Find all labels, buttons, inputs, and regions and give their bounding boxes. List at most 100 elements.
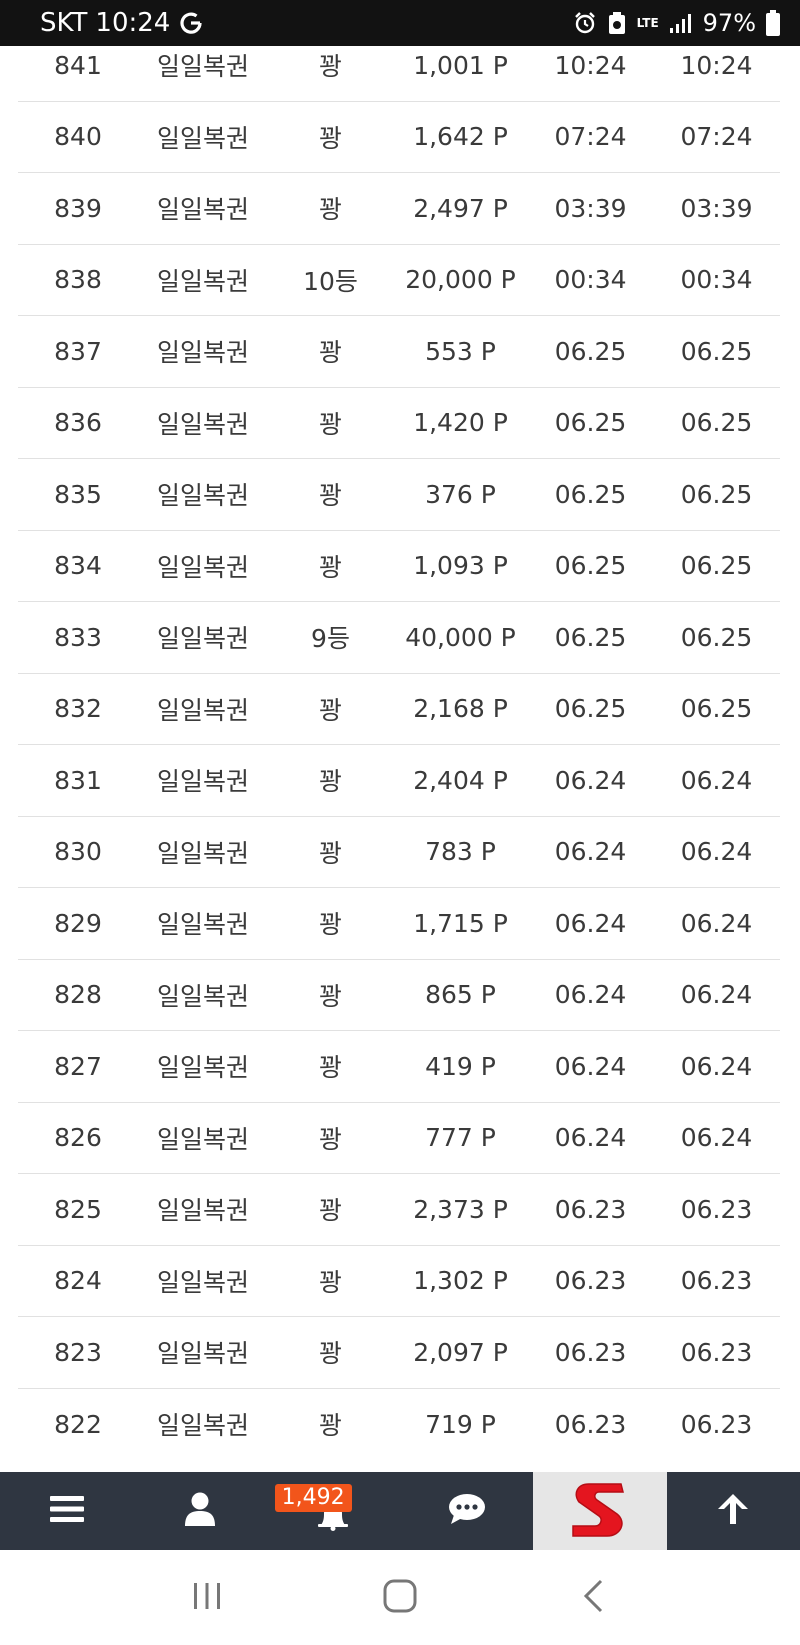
payout-time: 07:24 bbox=[680, 122, 753, 152]
table-row: 826 일일복권 꽝 777 P 06.24 06.24 bbox=[18, 1103, 780, 1174]
points-amount: 553 P bbox=[425, 336, 496, 366]
lottery-name: 일일복권 bbox=[156, 552, 249, 582]
payout-time: 06.23 bbox=[680, 1266, 753, 1296]
payout-time: 06.24 bbox=[680, 1051, 753, 1081]
table-row: 823 일일복권 꽝 2,097 P 06.23 06.23 bbox=[18, 1317, 780, 1389]
table-row: 832 일일복권 꽝 2,168 P 06.25 06.25 bbox=[18, 674, 780, 745]
draw-time: 06.24 bbox=[554, 1123, 627, 1153]
draw-time: 06.25 bbox=[554, 694, 627, 724]
back-button[interactable] bbox=[563, 1568, 623, 1628]
points-amount: 419 P bbox=[425, 1051, 496, 1081]
payout-time: 03:39 bbox=[680, 193, 753, 223]
lottery-name: 일일복권 bbox=[156, 195, 249, 225]
lottery-name: 일일복권 bbox=[156, 1124, 249, 1154]
payout-time: 06.25 bbox=[680, 694, 753, 724]
table-row: 833 일일복권 9등 40,000 P 06.25 06.25 bbox=[18, 602, 780, 674]
lottery-name: 일일복권 bbox=[156, 910, 249, 940]
entry-number: 823 bbox=[54, 1337, 102, 1367]
entry-number: 841 bbox=[54, 50, 102, 80]
menu-button[interactable] bbox=[0, 1472, 133, 1550]
table-row: 840 일일복권 꽝 1,642 P 07:24 07:24 bbox=[18, 102, 780, 173]
table-row: 839 일일복권 꽝 2,497 P 03:39 03:39 bbox=[18, 173, 780, 245]
site-logo-button[interactable] bbox=[533, 1472, 667, 1550]
system-navigation-bar bbox=[0, 1550, 800, 1645]
payout-time: 06.25 bbox=[680, 622, 753, 652]
payout-time: 06.23 bbox=[680, 1194, 753, 1224]
scroll-top-button[interactable] bbox=[667, 1472, 800, 1550]
entry-number: 838 bbox=[54, 265, 102, 295]
points-amount: 1,420 P bbox=[413, 408, 508, 438]
home-icon bbox=[383, 1579, 417, 1617]
points-amount: 2,497 P bbox=[413, 193, 508, 223]
table-row: 836 일일복권 꽝 1,420 P 06.25 06.25 bbox=[18, 388, 780, 459]
notification-badge: 1,492 bbox=[274, 1484, 352, 1512]
arrow-up-icon bbox=[716, 1492, 750, 1530]
lottery-history-list: 841 일일복권 꽝 1,001 P 10:24 10:24 840 일일복권 꽝 1,642 P… bbox=[18, 30, 780, 1460]
points-amount: 1,001 P bbox=[413, 50, 508, 80]
payout-time: 06.24 bbox=[680, 980, 753, 1010]
points-amount: 2,097 P bbox=[413, 1337, 508, 1367]
entry-number: 827 bbox=[54, 1051, 102, 1081]
points-amount: 1,302 P bbox=[413, 1266, 508, 1296]
table-row: 835 일일복권 꽝 376 P 06.25 06.25 bbox=[18, 459, 780, 531]
payout-time: 06.25 bbox=[680, 551, 753, 581]
entry-number: 836 bbox=[54, 408, 102, 438]
lottery-result: 꽝 bbox=[318, 1053, 342, 1083]
table-row: 837 일일복권 꽝 553 P 06.25 06.25 bbox=[18, 316, 780, 388]
draw-time: 06.23 bbox=[554, 1194, 627, 1224]
payout-time: 06.24 bbox=[680, 837, 753, 867]
lottery-name: 일일복권 bbox=[156, 1411, 249, 1441]
points-amount: 376 P bbox=[425, 479, 496, 509]
notifications-button[interactable]: 1,492 bbox=[267, 1472, 400, 1550]
lottery-name: 일일복권 bbox=[156, 1339, 249, 1369]
entry-number: 830 bbox=[54, 837, 102, 867]
table-row: 822 일일복권 꽝 719 P 06.23 06.23 bbox=[18, 1389, 780, 1461]
payout-time: 06.24 bbox=[680, 908, 753, 938]
points-amount: 719 P bbox=[425, 1409, 496, 1439]
menu-icon bbox=[49, 1495, 84, 1527]
lottery-result: 꽝 bbox=[318, 409, 342, 439]
lottery-result: 꽝 bbox=[318, 910, 342, 940]
table-row: 824 일일복권 꽝 1,302 P 06.23 06.23 bbox=[18, 1246, 780, 1317]
draw-time: 03:39 bbox=[554, 193, 627, 223]
entry-number: 835 bbox=[54, 479, 102, 509]
payout-time: 10:24 bbox=[680, 50, 753, 80]
table-row: 834 일일복권 꽝 1,093 P 06.25 06.25 bbox=[18, 531, 780, 602]
points-amount: 2,404 P bbox=[413, 765, 508, 795]
user-icon bbox=[184, 1492, 215, 1530]
lottery-name: 일일복권 bbox=[156, 1267, 249, 1297]
profile-button[interactable] bbox=[133, 1472, 266, 1550]
points-amount: 20,000 P bbox=[405, 265, 516, 295]
lottery-name: 일일복권 bbox=[156, 338, 249, 368]
back-icon bbox=[581, 1579, 605, 1617]
lottery-name: 일일복권 bbox=[156, 1196, 249, 1226]
recent-apps-button[interactable] bbox=[177, 1568, 237, 1628]
entry-number: 825 bbox=[54, 1194, 102, 1224]
lottery-result: 꽝 bbox=[318, 767, 342, 797]
payout-time: 06.23 bbox=[680, 1409, 753, 1439]
entry-number: 833 bbox=[54, 622, 102, 652]
draw-time: 07:24 bbox=[554, 122, 627, 152]
entry-number: 839 bbox=[54, 193, 102, 223]
lottery-result: 꽝 bbox=[318, 1196, 342, 1226]
lottery-result: 10등 bbox=[303, 266, 358, 296]
table-row: 830 일일복권 꽝 783 P 06.24 06.24 bbox=[18, 817, 780, 888]
draw-time: 06.25 bbox=[554, 551, 627, 581]
home-button[interactable] bbox=[370, 1568, 430, 1628]
lottery-name: 일일복권 bbox=[156, 695, 249, 725]
points-amount: 1,715 P bbox=[413, 908, 508, 938]
points-amount: 2,373 P bbox=[413, 1194, 508, 1224]
lottery-name: 일일복권 bbox=[156, 266, 249, 296]
points-amount: 2,168 P bbox=[413, 694, 508, 724]
lottery-name: 일일복권 bbox=[156, 767, 249, 797]
draw-time: 06.25 bbox=[554, 408, 627, 438]
payout-time: 06.25 bbox=[680, 408, 753, 438]
payout-time: 00:34 bbox=[680, 265, 753, 295]
entry-number: 829 bbox=[54, 908, 102, 938]
payout-time: 06.24 bbox=[680, 1123, 753, 1153]
chat-button[interactable] bbox=[400, 1472, 533, 1550]
entry-number: 824 bbox=[54, 1266, 102, 1296]
entry-number: 822 bbox=[54, 1409, 102, 1439]
lottery-result: 꽝 bbox=[318, 1267, 342, 1297]
lottery-name: 일일복권 bbox=[156, 123, 249, 153]
